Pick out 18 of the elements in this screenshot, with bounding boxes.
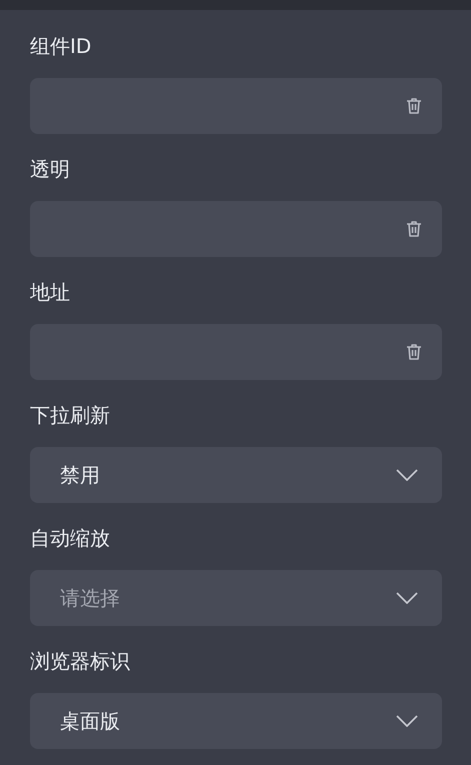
chevron-down-icon: [396, 592, 418, 604]
field-label: 自动缩放: [30, 525, 110, 552]
select-field[interactable]: 桌面版: [30, 693, 442, 749]
input-field[interactable]: [30, 201, 442, 257]
field-label: 透明: [30, 156, 70, 183]
field-label: 组件ID: [30, 33, 92, 60]
input-field[interactable]: [30, 324, 442, 380]
select-field[interactable]: 请选择: [30, 570, 442, 626]
trash-icon[interactable]: [404, 219, 424, 239]
field-label: 地址: [30, 279, 70, 306]
field-label: 下拉刷新: [30, 402, 110, 429]
trash-icon[interactable]: [404, 342, 424, 362]
input-field[interactable]: [30, 78, 442, 134]
chevron-down-icon: [396, 715, 418, 727]
trash-icon[interactable]: [404, 96, 424, 116]
field-label: 浏览器标识: [30, 648, 130, 675]
select-field[interactable]: 禁用: [30, 447, 442, 503]
chevron-down-icon: [396, 469, 418, 481]
